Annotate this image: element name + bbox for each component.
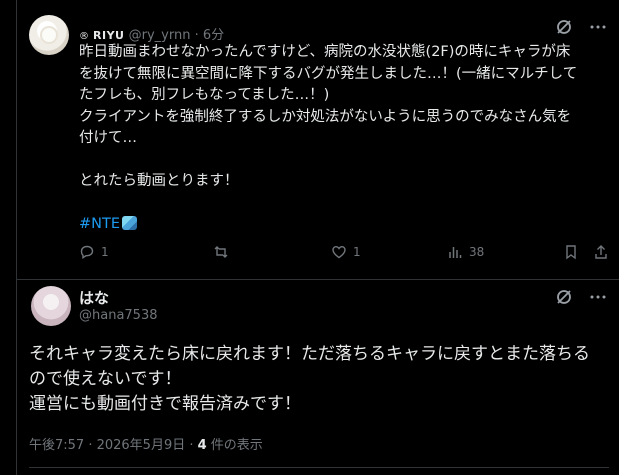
post-line: を抜けて無限に異空間に降下するバグが発生しました…！(一緒にマルチして [79,65,578,82]
share-button[interactable] [593,244,609,260]
post-line: たフレも、別フレもなってました…！) [79,87,330,103]
more-icon[interactable] [589,18,607,40]
reply-button[interactable]: 1 [79,244,109,260]
post-text: それキャラ変えたら床に戻れます！ただ落ちるキャラに戻すとまた落ちる ので使えない… [29,342,609,417]
hashtag-link[interactable]: #NTE [79,216,120,232]
avatar[interactable] [31,286,71,326]
view-count: 4 [197,438,207,453]
bookmark-button[interactable] [563,244,579,260]
bookmark-icon [566,245,576,260]
like-button[interactable]: 1 [331,244,361,260]
views-icon [449,247,462,258]
post-line: クライアントを強制終了するしか対処法がないように思うのでみなさん気を [79,108,572,125]
view-count: 38 [469,245,485,259]
post-line: 運営にも動画付きで報告済みです！ [29,394,301,414]
display-name[interactable]: はな [79,287,109,308]
post-line: ので使えないです！ [29,369,182,389]
like-count: 1 [353,245,361,259]
handle[interactable]: @ry_yrnn [129,28,191,43]
more-icon[interactable] [589,288,607,310]
post-line: 昨日動画まわせなかったんですけど、病院の水没状態(2F)の時にキャラが床 [79,44,571,60]
hashtag-line: #NTE [79,214,599,236]
post[interactable]: ® RIYU @ry_yrnn · 6分 昨日動画まわせなかったんですけど、病院の… [17,0,619,280]
repost-icon [214,246,228,258]
post-top-icons [555,288,607,310]
grok-icon[interactable] [555,288,573,310]
tablet-emoji-icon [122,216,138,230]
timeline: ® RIYU @ry_yrnn · 6分 昨日動画まわせなかったんですけど、病院の… [16,0,619,475]
repost-button[interactable] [213,244,235,260]
post-line: とれたら動画とります！ [79,173,239,189]
share-icon [595,245,607,259]
divider [29,467,609,468]
post-text: 昨日動画まわせなかったんですけど、病院の水没状態(2F)の時にキャラが床 を抜け… [79,42,599,236]
post-top-icons [555,18,607,40]
post-line: それキャラ変えたら床に戻れます！ただ落ちるキャラに戻すとまた落ちる [29,344,590,364]
handle[interactable]: @hana7538 [79,308,158,323]
reply-count: 1 [101,245,109,259]
post-line: 付けて… [79,130,137,146]
timestamp[interactable]: 午後7:57 · 2026年5月9日 · [29,438,198,453]
post-actions: 1 1 38 [79,244,609,264]
display-name[interactable]: RIYU [93,29,124,42]
post-time[interactable]: 6分 [203,28,224,43]
views-button[interactable]: 38 [447,244,484,260]
reply-icon [80,245,94,260]
post-header: ® RIYU @ry_yrnn · 6分 [79,24,224,43]
focused-post: はな @hana7538 それキャラ変えたら床に戻れます！ただ落ちるキャラに戻す… [17,280,619,475]
grok-icon[interactable] [555,18,573,40]
avatar[interactable] [29,15,69,55]
post-meta: 午後7:57 · 2026年5月9日 · 4 件の表示 [29,434,263,453]
view-label: 件の表示 [206,438,263,453]
registered-mark: ® [79,31,89,42]
time-separator: · [194,28,199,43]
heart-icon [332,245,346,259]
